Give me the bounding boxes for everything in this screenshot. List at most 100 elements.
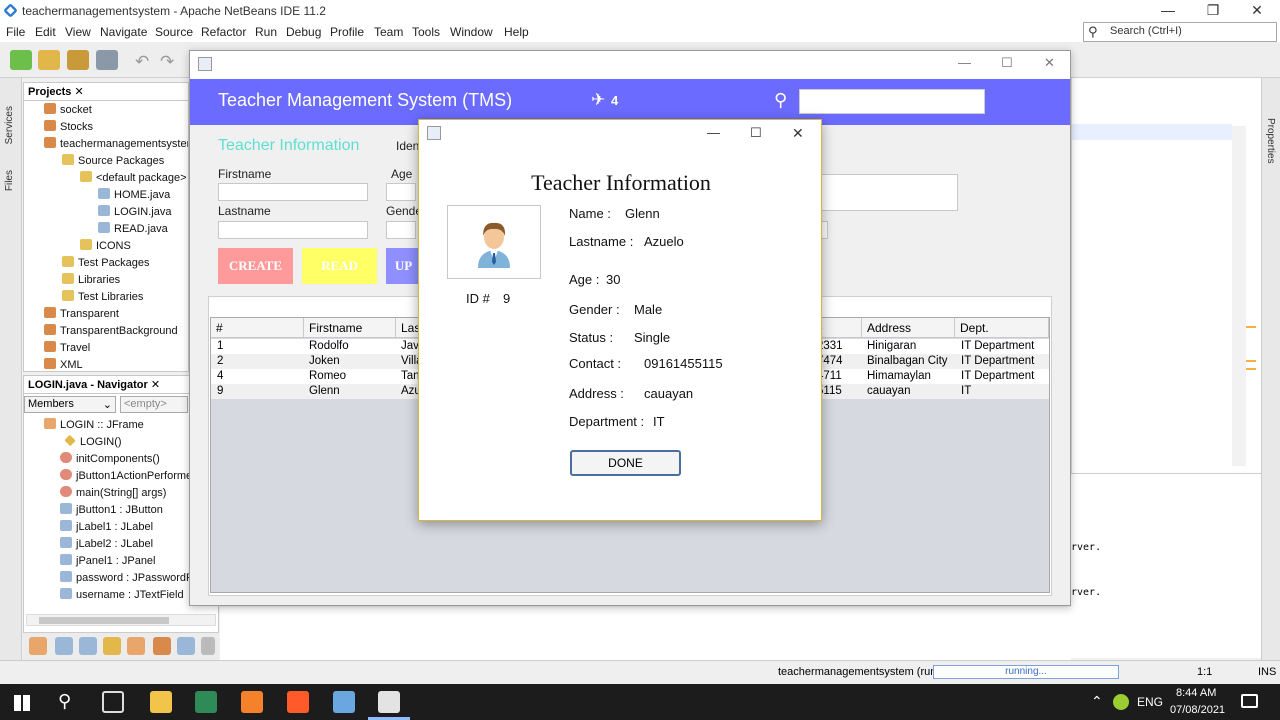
nav-item-method[interactable]: initComponents() bbox=[60, 452, 160, 465]
sort-name-icon[interactable] bbox=[153, 637, 171, 655]
tms-search-input[interactable] bbox=[799, 89, 985, 114]
menu-source[interactable]: Source bbox=[155, 25, 193, 39]
column-header[interactable]: Dept. bbox=[955, 318, 1049, 338]
lock-icon[interactable] bbox=[103, 637, 121, 655]
tree-item-default-package[interactable]: <default package> bbox=[80, 171, 187, 184]
netbeans-icon[interactable] bbox=[333, 691, 355, 713]
nav-item-field[interactable]: jPanel1 : JPanel bbox=[60, 554, 156, 567]
tree-item-icons[interactable]: ICONS bbox=[80, 239, 131, 252]
scrollbar-thumb[interactable] bbox=[39, 617, 169, 624]
progress-bar[interactable]: running... bbox=[933, 665, 1119, 679]
column-header[interactable]: Address bbox=[862, 318, 955, 338]
inherited-icon[interactable] bbox=[127, 637, 145, 655]
age-input[interactable] bbox=[386, 183, 416, 201]
tree-item-libraries[interactable]: Libraries bbox=[62, 273, 120, 286]
redo-icon[interactable]: ↷ bbox=[160, 52, 174, 72]
tree-item-travel[interactable]: Travel bbox=[44, 341, 90, 354]
sort-order-icon[interactable] bbox=[201, 637, 215, 655]
filter-select[interactable]: <empty> bbox=[120, 396, 188, 413]
tree-item-stocks[interactable]: Stocks bbox=[44, 120, 93, 133]
editor-scrollbar[interactable] bbox=[1232, 126, 1246, 466]
menu-profile[interactable]: Profile bbox=[330, 25, 364, 39]
tree-item-transparent[interactable]: Transparent bbox=[44, 307, 119, 320]
tree-item-test-packages[interactable]: Test Packages bbox=[62, 256, 150, 269]
update-button[interactable]: UP bbox=[386, 248, 421, 284]
menu-help[interactable]: Help bbox=[504, 25, 529, 39]
tree-item-xml[interactable]: XML bbox=[44, 358, 83, 371]
error-stripe-marker[interactable] bbox=[1246, 368, 1256, 370]
tree-item-test-libraries[interactable]: Test Libraries bbox=[62, 290, 143, 303]
nav-item-field[interactable]: password : JPasswordFi bbox=[60, 571, 195, 584]
menu-file[interactable]: File bbox=[6, 25, 25, 39]
close-icon[interactable]: ✕ bbox=[74, 86, 83, 98]
close-button[interactable]: ✕ bbox=[792, 125, 804, 142]
minimize-button[interactable]: — bbox=[707, 125, 720, 140]
column-header[interactable]: # bbox=[211, 318, 304, 338]
clock-date[interactable]: 07/08/2021 bbox=[1170, 704, 1225, 716]
minimize-button[interactable]: — bbox=[1153, 2, 1183, 18]
menu-team[interactable]: Team bbox=[374, 25, 403, 39]
clock-time[interactable]: 8:44 AM bbox=[1176, 687, 1216, 699]
gender-input[interactable] bbox=[386, 221, 416, 239]
nav-item-field[interactable]: jLabel1 : JLabel bbox=[60, 520, 153, 533]
sort-source-icon[interactable] bbox=[177, 637, 195, 655]
nav-item-field[interactable]: jButton1 : JButton bbox=[60, 503, 163, 516]
paper-plane-icon[interactable]: ✈ bbox=[591, 90, 605, 110]
menu-window[interactable]: Window bbox=[450, 25, 493, 39]
menu-refactor[interactable]: Refactor bbox=[201, 25, 246, 39]
menu-edit[interactable]: Edit bbox=[35, 25, 56, 39]
create-button[interactable]: CREATE bbox=[218, 248, 293, 284]
new-project-icon[interactable] bbox=[38, 50, 60, 70]
search-icon[interactable]: ⚲ bbox=[58, 691, 71, 712]
close-button[interactable]: ✕ bbox=[1242, 2, 1272, 19]
tree-item-socket[interactable]: socket bbox=[44, 103, 92, 116]
file-explorer-icon[interactable] bbox=[150, 691, 172, 713]
menu-debug[interactable]: Debug bbox=[286, 25, 321, 39]
horizontal-scrollbar[interactable] bbox=[26, 614, 216, 626]
tree-item-teachermanagementsystem[interactable]: teachermanagementsystem bbox=[44, 137, 188, 150]
tree-item-login-java[interactable]: LOGIN.java bbox=[98, 205, 171, 218]
menu-view[interactable]: View bbox=[65, 25, 91, 39]
ide-search-input[interactable]: ⚲ Search (Ctrl+I) bbox=[1083, 22, 1277, 42]
minimize-button[interactable]: — bbox=[958, 55, 971, 70]
menu-run[interactable]: Run bbox=[255, 25, 277, 39]
tree-item-home-java[interactable]: HOME.java bbox=[98, 188, 170, 201]
java-icon[interactable] bbox=[378, 691, 400, 713]
tree-item-transparentbackground[interactable]: TransparentBackground bbox=[44, 324, 178, 337]
lastname-input[interactable] bbox=[218, 221, 368, 239]
language-indicator[interactable]: ENG bbox=[1137, 695, 1163, 709]
done-button[interactable]: DONE bbox=[570, 450, 681, 476]
nav-item-class[interactable]: LOGIN :: JFrame bbox=[44, 418, 144, 431]
error-stripe-marker[interactable] bbox=[1246, 326, 1256, 328]
app-icon[interactable] bbox=[195, 691, 217, 713]
address-textarea[interactable] bbox=[820, 174, 958, 211]
close-icon[interactable]: ✕ bbox=[151, 379, 160, 391]
filter-static-icon[interactable] bbox=[55, 637, 73, 655]
read-button[interactable]: READ bbox=[302, 248, 377, 284]
firstname-input[interactable] bbox=[218, 183, 368, 201]
undo-icon[interactable]: ↶ bbox=[135, 52, 149, 72]
menu-navigate[interactable]: Navigate bbox=[100, 25, 147, 39]
nav-item-method[interactable]: main(String[] args) bbox=[60, 486, 166, 499]
save-all-icon[interactable] bbox=[96, 50, 118, 70]
filter-private-icon[interactable] bbox=[79, 637, 97, 655]
status-task[interactable]: teachermanagementsystem (run) bbox=[778, 666, 940, 678]
restore-button[interactable]: ❐ bbox=[1198, 2, 1228, 19]
tree-item-source-packages[interactable]: Source Packages bbox=[62, 154, 164, 167]
tray-app-icon[interactable] bbox=[1113, 694, 1129, 710]
brave-icon[interactable] bbox=[287, 691, 309, 713]
column-header[interactable]: Firstname bbox=[304, 318, 396, 338]
close-button[interactable]: ✕ bbox=[1044, 55, 1055, 71]
xampp-icon[interactable] bbox=[241, 691, 263, 713]
windows-start-icon[interactable] bbox=[14, 695, 30, 711]
search-icon[interactable]: ⚲ bbox=[774, 90, 787, 111]
new-file-icon[interactable] bbox=[10, 50, 32, 70]
nav-item-field[interactable]: username : JTextField bbox=[60, 588, 184, 601]
nav-item-method[interactable]: jButton1ActionPerforme bbox=[60, 469, 192, 482]
projects-tab[interactable]: Projects ✕ bbox=[24, 83, 188, 101]
properties-tab[interactable]: Properties bbox=[1265, 118, 1276, 164]
files-tab[interactable]: Files bbox=[4, 170, 15, 191]
open-project-icon[interactable] bbox=[67, 50, 89, 70]
services-tab[interactable]: Services bbox=[4, 106, 15, 144]
filter-fields-icon[interactable] bbox=[29, 637, 47, 655]
